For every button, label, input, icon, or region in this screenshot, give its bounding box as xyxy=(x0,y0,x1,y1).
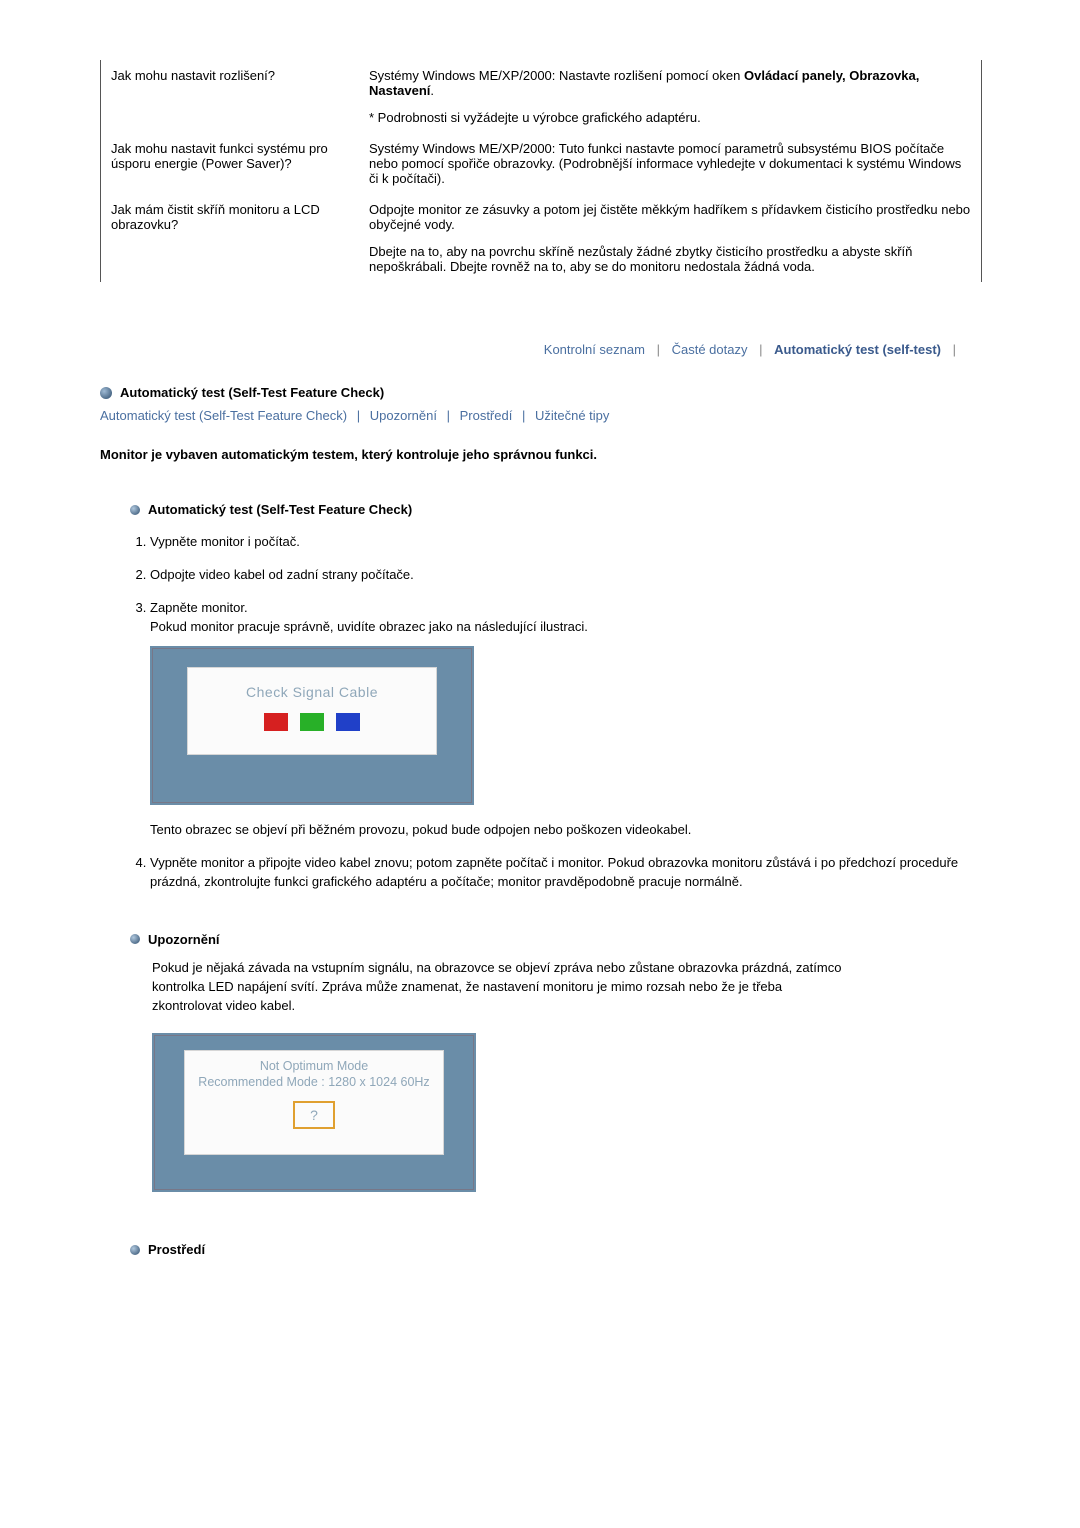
faq-question: Jak mohu nastavit funkci systému pro úsp… xyxy=(111,141,369,186)
faq-answer: Odpojte monitor ze zásuvky a potom jej č… xyxy=(369,202,971,274)
section-title: Automatický test (Self-Test Feature Chec… xyxy=(120,385,384,400)
faq-row: Jak mohu nastavit rozlišení? Systémy Win… xyxy=(101,60,981,133)
environment-section: Prostředí xyxy=(130,1242,980,1257)
swatch-green xyxy=(300,713,324,731)
steps-list: Vypněte monitor i počítač. Odpojte video… xyxy=(150,533,980,892)
subsection-heading: Automatický test (Self-Test Feature Chec… xyxy=(130,502,980,517)
bullet-icon xyxy=(130,505,140,515)
warning-section: Upozornění Pokud je nějaká závada na vst… xyxy=(130,932,980,1193)
subsection-title: Prostředí xyxy=(148,1242,205,1257)
link-environment[interactable]: Prostředí xyxy=(460,408,513,423)
anchor-links: Automatický test (Self-Test Feature Chec… xyxy=(100,408,980,423)
monitor-illustration: Not Optimum Mode Recommended Mode : 1280… xyxy=(152,1033,476,1192)
faq-answer-suffix: . xyxy=(430,83,434,98)
question-box: ? xyxy=(293,1101,335,1129)
faq-answer-note: * Podrobnosti si vyžádejte u výrobce gra… xyxy=(369,110,971,125)
selftest-section: Automatický test (Self-Test Feature Chec… xyxy=(130,502,980,892)
step-text: Pokud monitor pracuje správně, uvidíte o… xyxy=(150,618,980,637)
tab-separator: | xyxy=(653,342,664,357)
list-item: Vypněte monitor a připojte video kabel z… xyxy=(150,854,980,892)
subsection-heading: Upozornění xyxy=(130,932,980,947)
tab-separator: | xyxy=(949,342,960,357)
link-tips[interactable]: Užitečné tipy xyxy=(535,408,609,423)
color-swatches xyxy=(188,713,436,731)
link-separator: | xyxy=(441,408,456,423)
faq-answer-text: Dbejte na to, aby na povrchu skříně nezů… xyxy=(369,244,971,274)
subsection-title: Upozornění xyxy=(148,932,220,947)
intro-text: Monitor je vybaven automatickým testem, … xyxy=(100,447,980,462)
step-text: Zapněte monitor. xyxy=(150,599,980,618)
warning-body: Pokud je nějaká závada na vstupním signá… xyxy=(152,959,852,1016)
step-text: Vypněte monitor a připojte video kabel z… xyxy=(150,854,980,892)
subsection-heading: Prostředí xyxy=(130,1242,980,1257)
faq-answer: Systémy Windows ME/XP/2000: Nastavte roz… xyxy=(369,68,971,125)
monitor-illustration: Check Signal Cable xyxy=(150,646,474,805)
faq-question: Jak mohu nastavit rozlišení? xyxy=(111,68,369,125)
monitor-message: Check Signal Cable xyxy=(188,682,436,702)
swatch-red xyxy=(264,713,288,731)
tabs-row: Kontrolní seznam | Časté dotazy | Automa… xyxy=(100,342,980,357)
step-text: Tento obrazec se objeví při běžném provo… xyxy=(150,821,980,840)
tab-separator: | xyxy=(755,342,766,357)
monitor-message-line2: Recommended Mode : 1280 x 1024 60Hz xyxy=(185,1075,443,1089)
faq-row: Jak mohu nastavit funkci systému pro úsp… xyxy=(101,133,981,194)
section-heading: Automatický test (Self-Test Feature Chec… xyxy=(100,385,980,400)
list-item: Vypněte monitor i počítač. xyxy=(150,533,980,552)
tab-checklist[interactable]: Kontrolní seznam xyxy=(540,342,649,357)
faq-answer: Systémy Windows ME/XP/2000: Tuto funkci … xyxy=(369,141,971,186)
list-item: Zapněte monitor. Pokud monitor pracuje s… xyxy=(150,599,980,841)
monitor-panel: Check Signal Cable xyxy=(187,667,437,755)
faq-answer-text: Systémy Windows ME/XP/2000: Tuto funkci … xyxy=(369,141,971,186)
subsection-title: Automatický test (Self-Test Feature Chec… xyxy=(148,502,412,517)
link-separator: | xyxy=(351,408,366,423)
tab-faq[interactable]: Časté dotazy xyxy=(668,342,752,357)
tab-selftest[interactable]: Automatický test (self-test) xyxy=(770,342,945,357)
faq-table: Jak mohu nastavit rozlišení? Systémy Win… xyxy=(100,60,982,282)
swatch-blue xyxy=(336,713,360,731)
faq-answer-text: Systémy Windows ME/XP/2000: Nastavte roz… xyxy=(369,68,744,83)
link-warning[interactable]: Upozornění xyxy=(370,408,437,423)
monitor-panel: Not Optimum Mode Recommended Mode : 1280… xyxy=(184,1050,444,1155)
faq-row: Jak mám čistit skříň monitoru a LCD obra… xyxy=(101,194,981,282)
link-separator: | xyxy=(516,408,531,423)
faq-question: Jak mám čistit skříň monitoru a LCD obra… xyxy=(111,202,369,274)
link-selftest[interactable]: Automatický test (Self-Test Feature Chec… xyxy=(100,408,347,423)
bullet-icon xyxy=(130,1245,140,1255)
faq-answer-text: Odpojte monitor ze zásuvky a potom jej č… xyxy=(369,202,971,232)
monitor-message-line1: Not Optimum Mode xyxy=(185,1059,443,1073)
list-item: Odpojte video kabel od zadní strany počí… xyxy=(150,566,980,585)
bullet-icon xyxy=(100,387,112,399)
bullet-icon xyxy=(130,934,140,944)
